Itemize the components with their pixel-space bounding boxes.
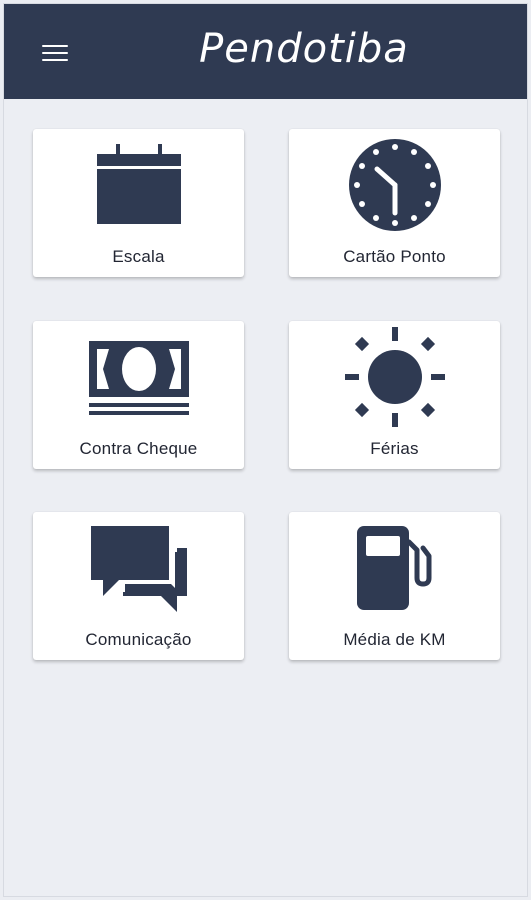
clock-icon [289,137,500,233]
tile-ferias[interactable]: Férias [289,321,500,469]
tile-media-de-km[interactable]: Média de KM [289,512,500,660]
tile-escala[interactable]: Escala [33,129,244,277]
banknote-icon [33,329,244,425]
tile-label: Média de KM [343,630,446,649]
calendar-icon [33,137,244,233]
tile-label: Comunicação [85,630,192,649]
sun-icon [289,327,500,427]
tile-label: Cartão Ponto [343,247,446,266]
tile-comunicacao[interactable]: Comunicação [33,512,244,660]
tile-contra-cheque[interactable]: Contra Cheque [33,321,244,469]
menu-grid: Escala Cartão Ponto Contra Cheque Férias… [4,4,527,896]
tile-label: Contra Cheque [79,439,198,458]
tile-cartao-ponto[interactable]: Cartão Ponto [289,129,500,277]
app-screen: Pendotiba Escala Cartão Ponto Contra Che… [3,3,528,897]
fuel-pump-icon [289,520,500,616]
chat-bubbles-icon [33,520,244,616]
tile-label: Férias [370,439,419,458]
tile-label: Escala [112,247,165,266]
